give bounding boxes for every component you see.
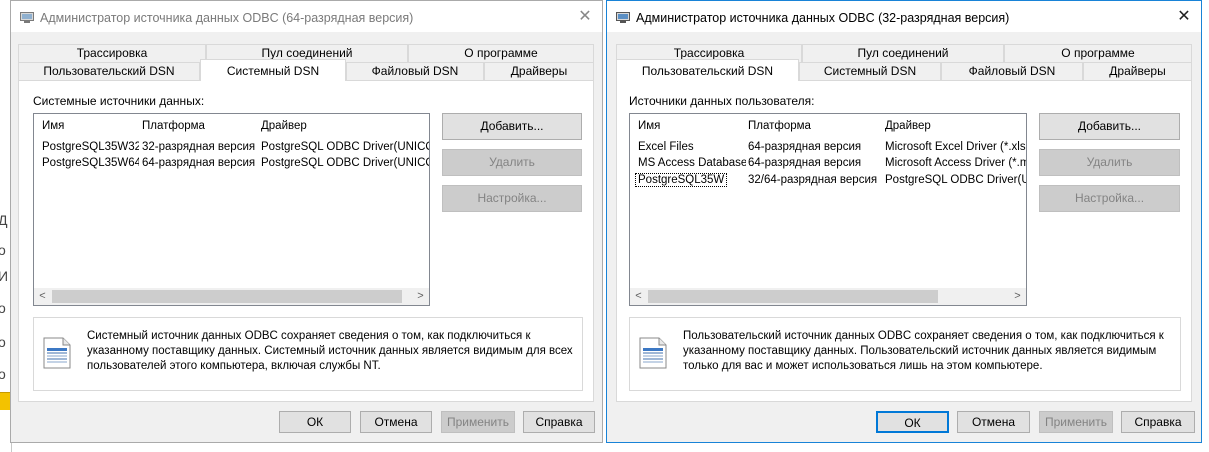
add-button[interactable]: Добавить... (442, 113, 582, 140)
horizontal-scrollbar[interactable]: < > (34, 288, 429, 305)
cell-driver: Microsoft Excel Driver (*.xls, *.xlsx, *… (885, 141, 1027, 153)
info-box: Системный источник данных ODBC сохраняет… (33, 317, 583, 391)
cancel-button[interactable]: Отмена (957, 411, 1030, 433)
tab-file-dsn[interactable]: Файловый DSN (346, 62, 484, 80)
tab-about[interactable]: О программе (408, 44, 594, 62)
column-header-driver[interactable]: Драйвер (885, 120, 931, 132)
remove-button[interactable]: Удалить (442, 149, 582, 176)
background-app-glyph: Д (0, 212, 8, 228)
tab-user-dsn[interactable]: Пользовательский DSN (18, 62, 200, 80)
background-app-glyph: о (0, 334, 6, 350)
cell-platform: 64-разрядная версия (142, 157, 256, 169)
close-icon[interactable]: ✕ (568, 1, 602, 32)
background-app-glyph: о (0, 300, 6, 316)
data-source-document-icon (43, 337, 71, 369)
column-header-driver[interactable]: Драйвер (261, 120, 307, 132)
ok-button[interactable]: ОК (876, 411, 949, 433)
background-app-glyph: о (0, 366, 6, 382)
info-text: Пользовательский источник данных ODBC со… (683, 330, 1164, 372)
tab-panel: Системные источники данных: Имя Платформ… (18, 80, 594, 402)
data-source-document-icon (639, 337, 667, 369)
list-item[interactable]: PostgreSQL35W64 64-разрядная версия Post… (34, 157, 429, 173)
data-source-list[interactable]: Имя Платформа Драйвер Excel Files 64-раз… (629, 113, 1027, 306)
apply-button[interactable]: Применить (1039, 411, 1113, 433)
cell-driver: PostgreSQL ODBC Driver(UNICODE) (261, 157, 429, 169)
tab-drivers[interactable]: Драйверы (484, 62, 594, 80)
tab-drivers[interactable]: Драйверы (1083, 62, 1192, 80)
data-source-list[interactable]: Имя Платформа Драйвер PostgreSQL35W32 32… (33, 113, 430, 306)
close-icon[interactable]: ✕ (1167, 1, 1201, 32)
tab-row-lower: Пользовательский DSN Системный DSN Файло… (18, 59, 594, 81)
cell-platform: 32-разрядная версия (142, 141, 256, 153)
list-header: Имя Платформа Драйвер (630, 120, 1026, 136)
column-header-platform[interactable]: Платформа (748, 120, 811, 132)
tab-panel: Источники данных пользователя: Имя Платф… (616, 80, 1192, 402)
info-box: Пользовательский источник данных ODBC со… (629, 317, 1181, 391)
scroll-left-icon[interactable]: < (630, 288, 647, 305)
list-label: Системные источники данных: (33, 94, 205, 108)
scrollbar-thumb[interactable] (52, 290, 402, 303)
apply-button[interactable]: Применить (441, 411, 515, 433)
ok-button[interactable]: ОК (279, 411, 351, 433)
odbc-app-icon (20, 12, 34, 23)
scroll-right-icon[interactable]: > (1009, 288, 1026, 305)
title-bar[interactable]: Администратор источника данных ODBC (64-… (11, 1, 602, 32)
window-title: Администратор источника данных ODBC (32-… (636, 11, 1010, 25)
list-header: Имя Платформа Драйвер (34, 120, 429, 136)
tab-user-dsn[interactable]: Пользовательский DSN (616, 59, 799, 81)
column-header-name[interactable]: Имя (638, 120, 660, 132)
odbc-admin-64-window: Администратор источника данных ODBC (64-… (10, 0, 603, 443)
configure-button[interactable]: Настройка... (1039, 185, 1180, 212)
title-bar[interactable]: Администратор источника данных ODBC (32-… (607, 1, 1201, 32)
list-item[interactable]: PostgreSQL35W32 32-разрядная версия Post… (34, 141, 429, 157)
scrollbar-thumb[interactable] (648, 290, 938, 303)
tab-system-dsn[interactable]: Системный DSN (799, 62, 941, 80)
cell-name: PostgreSQL35W (634, 173, 728, 187)
tab-about[interactable]: О программе (1004, 44, 1192, 62)
tab-connection-pooling[interactable]: Пул соединений (802, 44, 1004, 62)
cell-name: MS Access Database (638, 157, 746, 169)
help-button[interactable]: Справка (1121, 411, 1195, 433)
remove-button[interactable]: Удалить (1039, 149, 1180, 176)
scroll-left-icon[interactable]: < (34, 288, 51, 305)
list-item[interactable]: MS Access Database 64-разрядная версия M… (630, 157, 1026, 173)
add-button[interactable]: Добавить... (1039, 113, 1180, 140)
odbc-admin-32-window: Администратор источника данных ODBC (32-… (606, 0, 1202, 443)
column-header-platform[interactable]: Платформа (142, 120, 205, 132)
list-item-focused[interactable]: PostgreSQL35W 32/64-разрядная версия Pos… (630, 173, 1026, 190)
tab-row-lower: Пользовательский DSN Системный DSN Файло… (616, 59, 1192, 81)
column-header-name[interactable]: Имя (42, 120, 64, 132)
tab-file-dsn[interactable]: Файловый DSN (941, 62, 1083, 80)
cell-name: PostgreSQL35W64 (42, 157, 139, 169)
cell-name: Excel Files (638, 141, 694, 153)
background-app-glyph: о (0, 242, 6, 258)
cell-driver: PostgreSQL ODBC Driver(UNICODE) (885, 174, 1026, 186)
cancel-button[interactable]: Отмена (360, 411, 432, 433)
list-item[interactable]: Excel Files 64-разрядная версия Microsof… (630, 141, 1027, 157)
odbc-app-icon (616, 12, 630, 23)
cell-platform: 64-разрядная версия (748, 157, 862, 169)
list-label: Источники данных пользователя: (629, 94, 815, 108)
scroll-right-icon[interactable]: > (412, 288, 429, 305)
cell-driver: PostgreSQL ODBC Driver(UNICODE) (261, 141, 429, 153)
tab-tracing[interactable]: Трассировка (18, 44, 206, 62)
cell-name: PostgreSQL35W32 (42, 141, 139, 153)
background-app-glyph: И (0, 268, 9, 284)
info-text: Системный источник данных ODBC сохраняет… (87, 330, 573, 372)
cell-platform: 64-разрядная версия (748, 141, 862, 153)
help-button[interactable]: Справка (523, 411, 595, 433)
configure-button[interactable]: Настройка... (442, 185, 582, 212)
tab-system-dsn[interactable]: Системный DSN (200, 59, 346, 81)
window-title: Администратор источника данных ODBC (64-… (40, 11, 414, 25)
horizontal-scrollbar[interactable]: < > (630, 288, 1026, 305)
cell-platform: 32/64-разрядная версия (748, 174, 878, 186)
cell-driver: Microsoft Access Driver (*.mdb, *.accdb) (885, 157, 1026, 169)
